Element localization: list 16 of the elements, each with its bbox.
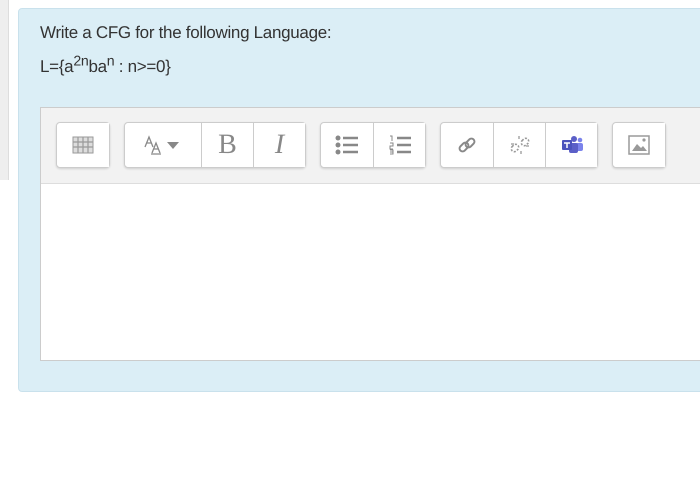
unlink-icon	[510, 135, 530, 156]
teams-button[interactable]	[545, 123, 597, 168]
bullet-list-icon	[335, 135, 359, 156]
table-icon	[72, 136, 94, 154]
numbers-button[interactable]	[373, 123, 425, 168]
font-button[interactable]	[125, 123, 201, 168]
bullets-button[interactable]	[321, 123, 373, 168]
bold-button[interactable]: B	[201, 123, 253, 168]
question-text: Write a CFG for the following Language:	[40, 23, 332, 43]
link-button[interactable]	[441, 123, 493, 168]
image-icon	[628, 135, 650, 156]
numbered-list-icon	[388, 135, 412, 156]
teams-icon	[560, 135, 582, 156]
formula-text: L={a$^{2n}$ba$^{n}$ : n>=0}	[40, 53, 172, 77]
link-icon	[457, 135, 477, 156]
italic-button[interactable]: I	[253, 123, 305, 168]
